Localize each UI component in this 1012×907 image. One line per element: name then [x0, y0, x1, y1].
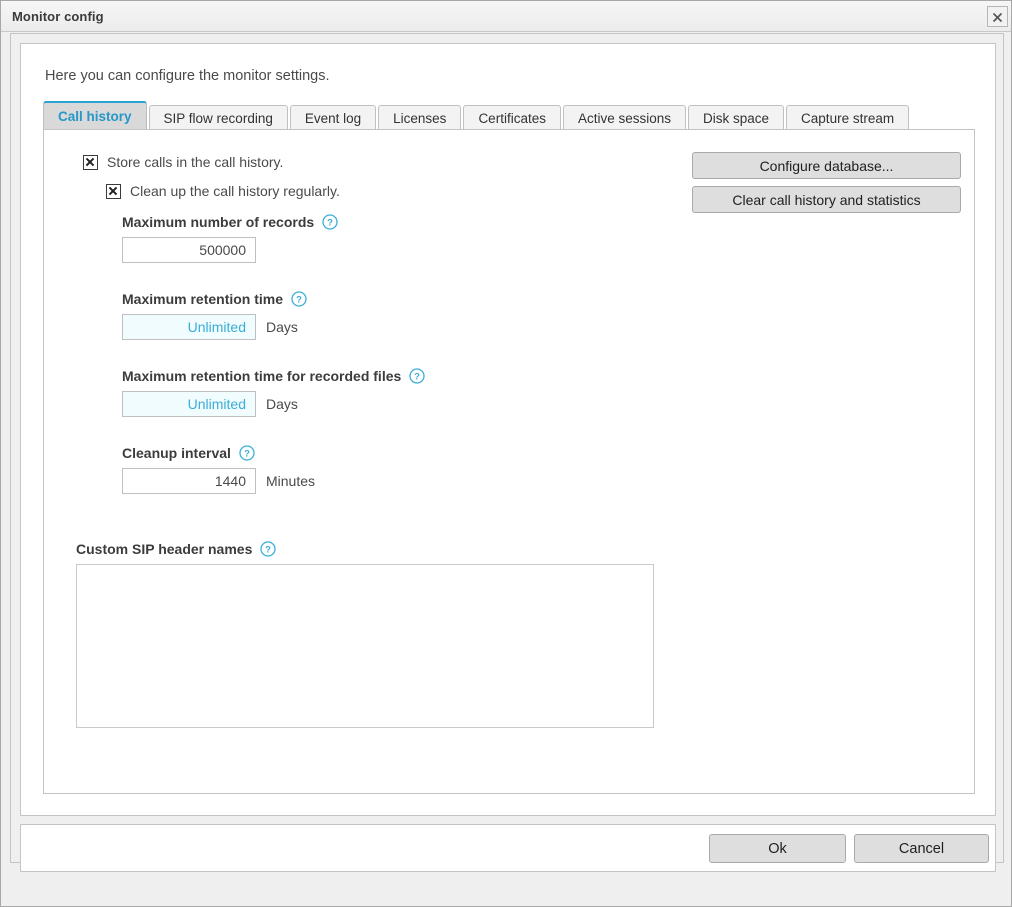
- tab-certificates[interactable]: Certificates: [463, 105, 561, 131]
- checkbox-checked-icon: [106, 184, 121, 199]
- tab-call-history[interactable]: Call history: [43, 101, 147, 130]
- field-max-retention-label: Maximum retention time ?: [122, 291, 307, 307]
- help-circle-icon[interactable]: ?: [291, 291, 307, 307]
- field-max-retention-files: Maximum retention time for recorded file…: [122, 368, 425, 417]
- field-max-records-row: [122, 237, 338, 263]
- help-circle-icon[interactable]: ?: [260, 541, 277, 557]
- svg-text:?: ?: [327, 218, 333, 229]
- checkbox-cleanup-regularly-label: Clean up the call history regularly.: [130, 183, 340, 199]
- svg-text:?: ?: [414, 372, 420, 383]
- max-retention-input[interactable]: [122, 314, 256, 340]
- checkbox-store-calls[interactable]: Store calls in the call history.: [83, 154, 283, 170]
- max-records-input[interactable]: [122, 237, 256, 263]
- svg-text:?: ?: [296, 295, 302, 306]
- window-titlebar: Monitor config: [1, 1, 1011, 32]
- tabstrip: Call history SIP flow recording Event lo…: [43, 101, 911, 131]
- max-retention-unit-label: Days: [266, 319, 298, 335]
- field-cleanup-interval-label: Cleanup interval ?: [122, 445, 315, 461]
- monitor-config-window: Monitor config Here you can configure th…: [0, 0, 1012, 907]
- tab-disk-space[interactable]: Disk space: [688, 105, 785, 131]
- field-cleanup-interval-label-text: Cleanup interval: [122, 445, 231, 461]
- field-max-retention-files-label-text: Maximum retention time for recorded file…: [122, 368, 402, 384]
- max-retention-files-unit-label: Days: [266, 396, 298, 412]
- checkbox-checked-icon: [83, 155, 98, 170]
- checkbox-store-calls-label: Store calls in the call history.: [107, 154, 284, 170]
- tab-event-log[interactable]: Event log: [289, 105, 377, 131]
- max-retention-files-input[interactable]: [122, 391, 256, 417]
- tab-active-sessions[interactable]: Active sessions: [562, 105, 687, 131]
- field-max-records-label: Maximum number of records ?: [122, 214, 338, 230]
- checkbox-cleanup-regularly[interactable]: Clean up the call history regularly.: [106, 183, 340, 199]
- field-max-retention-files-label: Maximum retention time for recorded file…: [122, 368, 425, 384]
- help-circle-icon[interactable]: ?: [239, 445, 255, 461]
- cleanup-interval-unit-label: Minutes: [266, 473, 316, 489]
- dialog-body-panel: Here you can configure the monitor setti…: [10, 33, 1004, 872]
- help-circle-icon[interactable]: ?: [409, 368, 425, 384]
- configure-database-button[interactable]: Configure database...: [692, 152, 961, 179]
- custom-sip-headers-textarea[interactable]: [76, 564, 654, 728]
- cleanup-interval-input[interactable]: [122, 468, 256, 494]
- field-custom-sip-headers-label-text: Custom SIP header names: [76, 541, 253, 557]
- field-custom-sip-headers: Custom SIP header names ?: [76, 541, 654, 733]
- close-window-button[interactable]: [987, 6, 1008, 27]
- field-max-records: Maximum number of records ?: [122, 214, 338, 263]
- field-max-retention-files-row: Days: [122, 391, 425, 417]
- tab-sip-flow-recording[interactable]: SIP flow recording: [148, 105, 288, 131]
- field-max-records-label-text: Maximum number of records: [122, 214, 315, 230]
- intro-text: Here you can configure the monitor setti…: [45, 68, 330, 84]
- tab-capture-stream[interactable]: Capture stream: [786, 105, 910, 131]
- clear-call-history-button[interactable]: Clear call history and statistics: [692, 186, 961, 213]
- cancel-button[interactable]: Cancel: [854, 834, 989, 863]
- ok-button[interactable]: Ok: [709, 834, 846, 863]
- field-max-retention-label-text: Maximum retention time: [122, 291, 284, 307]
- dialog-footer: Ok Cancel: [20, 824, 996, 872]
- field-max-retention: Maximum retention time ? Days: [122, 291, 307, 340]
- field-max-retention-row: Days: [122, 314, 307, 340]
- help-circle-icon[interactable]: ?: [322, 214, 338, 230]
- call-history-tabpane: Store calls in the call history. Clean u…: [43, 129, 975, 794]
- svg-text:?: ?: [265, 545, 271, 556]
- field-cleanup-interval-row: Minutes: [122, 468, 315, 494]
- settings-card: Here you can configure the monitor setti…: [20, 43, 996, 816]
- close-x-icon: [992, 12, 1003, 23]
- svg-text:?: ?: [244, 449, 250, 460]
- tab-licenses[interactable]: Licenses: [378, 105, 462, 131]
- field-custom-sip-headers-label: Custom SIP header names ?: [76, 541, 654, 557]
- field-cleanup-interval: Cleanup interval ? Minutes: [122, 445, 315, 494]
- window-title: Monitor config: [12, 9, 104, 24]
